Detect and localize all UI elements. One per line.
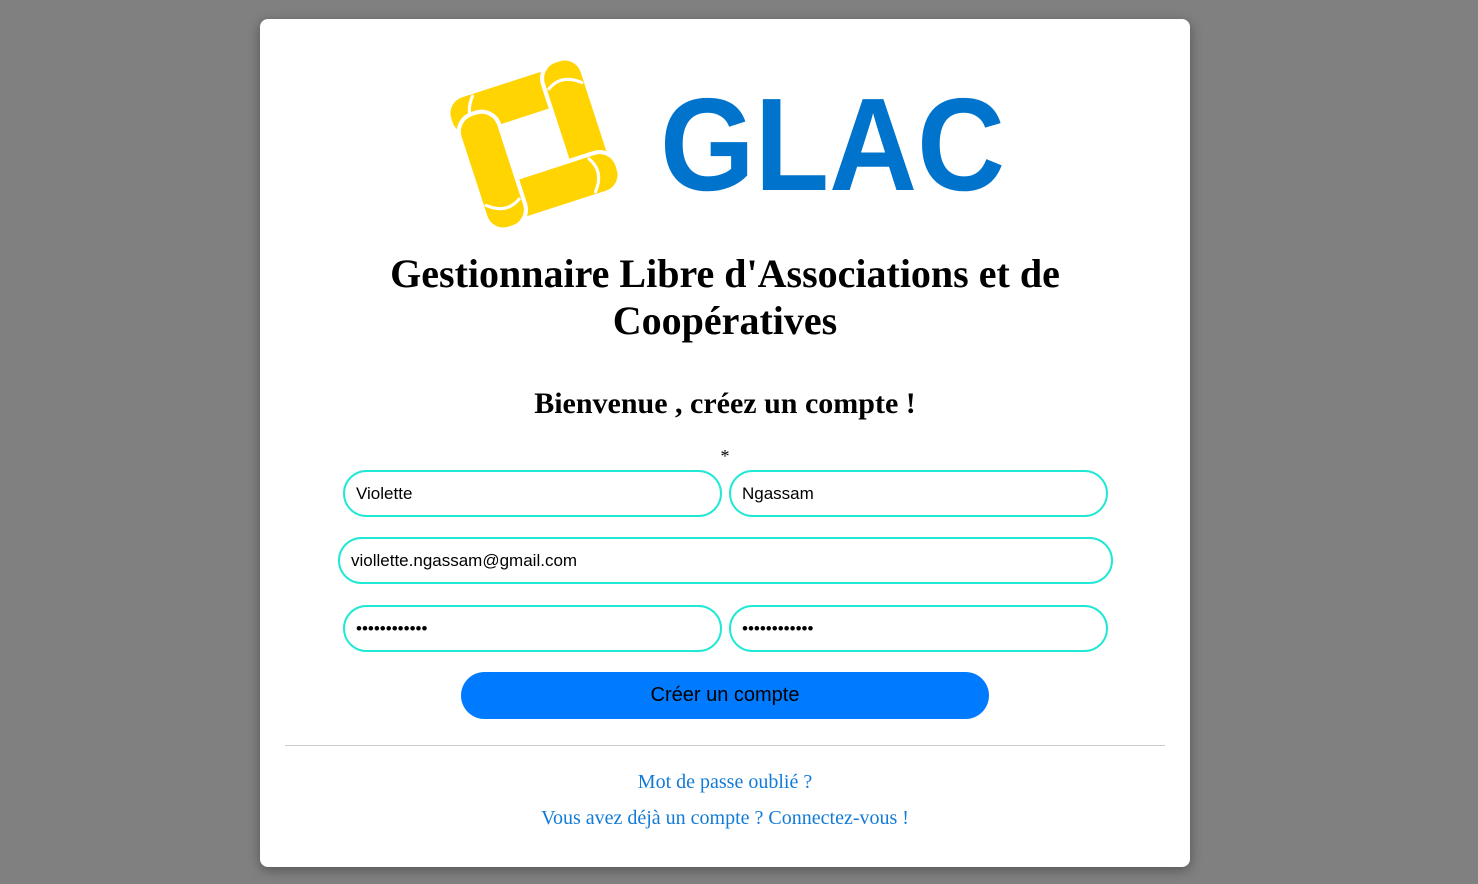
password-field[interactable]: [343, 605, 722, 652]
login-row: Vous avez déjà un compte ? Connectez-vou…: [260, 806, 1190, 830]
first-name-field[interactable]: [343, 470, 722, 517]
create-account-button[interactable]: Créer un compte: [461, 672, 989, 719]
signup-card: GLAC Gestionnaire Libre d'Associations e…: [260, 19, 1190, 867]
last-name-field[interactable]: [729, 470, 1108, 517]
forgot-password-row: Mot de passe oublié ?: [260, 770, 1190, 794]
password-confirm-field[interactable]: [729, 605, 1108, 652]
hands-circle-icon: [446, 56, 622, 232]
forgot-password-link[interactable]: Mot de passe oublié ?: [638, 771, 812, 793]
divider: [285, 745, 1165, 746]
required-marker: *: [720, 446, 730, 466]
page-title: Gestionnaire Libre d'Associations et de …: [390, 251, 1060, 343]
logo-wordmark: GLAC: [660, 71, 1005, 218]
email-field[interactable]: [338, 537, 1113, 584]
login-link[interactable]: Vous avez déjà un compte ? Connectez-vou…: [541, 807, 909, 829]
logo: GLAC: [446, 56, 1005, 232]
welcome-subtitle: Bienvenue , créez un compte !: [534, 387, 916, 420]
emblem-hand: [456, 109, 528, 232]
